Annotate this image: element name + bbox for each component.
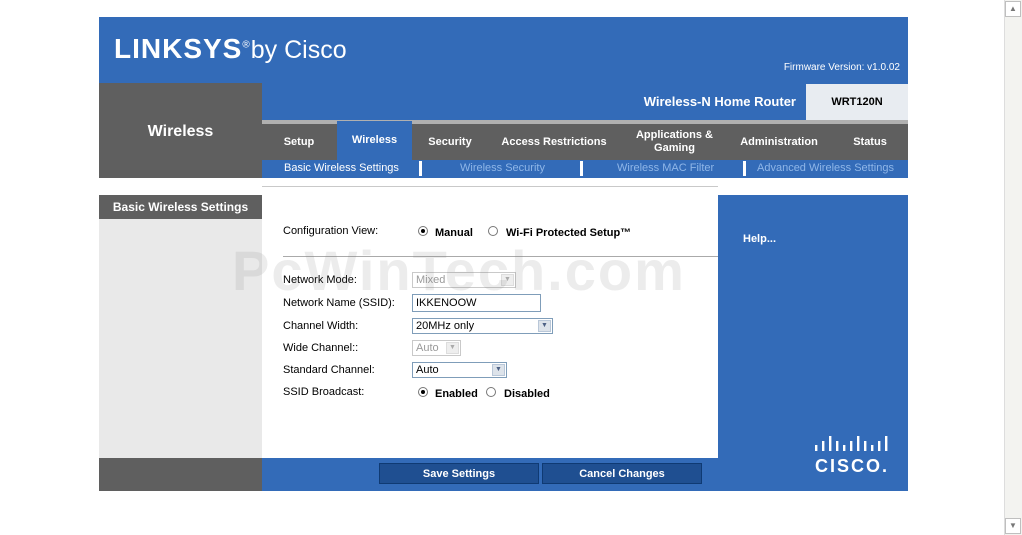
subtab-advanced-wireless[interactable]: Advanced Wireless Settings (757, 162, 894, 176)
scroll-down-icon[interactable]: ▼ (1005, 518, 1021, 534)
ssid-broadcast-enabled-label: Enabled (435, 388, 478, 400)
sidebar-footer (99, 458, 262, 491)
ssid-broadcast-disabled-radio[interactable] (486, 387, 496, 397)
channel-width-label: Channel Width: (283, 320, 359, 332)
subnav-separator (743, 161, 746, 176)
standard-channel-label: Standard Channel: (283, 364, 375, 376)
config-view-wps-radio[interactable] (488, 226, 498, 236)
ssid-broadcast-label: SSID Broadcast: (283, 386, 365, 398)
chevron-down-icon: ▼ (538, 320, 551, 332)
chevron-down-icon: ▼ (492, 364, 505, 376)
page-title: Wireless (147, 123, 214, 140)
channel-width-select[interactable]: 20MHz only ▼ (412, 318, 553, 334)
tab-wireless[interactable]: Wireless (337, 121, 412, 160)
model-badge: WRT120N (806, 84, 908, 120)
cisco-logo: CISCO. (812, 436, 892, 476)
tab-administration[interactable]: Administration (731, 124, 827, 160)
tab-applications-gaming[interactable]: Applications & Gaming (627, 124, 722, 160)
subnav-separator (580, 161, 583, 176)
subnav-separator (419, 161, 422, 176)
ssid-broadcast-enabled-radio[interactable] (418, 387, 428, 397)
subtab-wireless-mac-filter[interactable]: Wireless MAC Filter (617, 162, 714, 176)
tab-access-restrictions[interactable]: Access Restrictions (492, 124, 616, 160)
vertical-scrollbar[interactable] (1004, 0, 1022, 535)
subtab-basic-wireless[interactable]: Basic Wireless Settings (284, 162, 399, 176)
chevron-down-icon: ▼ (446, 342, 459, 354)
firmware-version: Firmware Version: v1.0.02 (783, 62, 900, 73)
config-view-label: Configuration View: (283, 225, 379, 237)
scroll-up-icon[interactable]: ▲ (1005, 1, 1021, 17)
wide-channel-value: Auto (416, 342, 439, 354)
channel-width-value: 20MHz only (416, 320, 475, 332)
tab-setup[interactable]: Setup (268, 124, 330, 160)
help-link[interactable]: Help... (743, 233, 776, 245)
watermark: PcWinTech.com (232, 239, 686, 302)
config-view-manual-radio[interactable] (418, 226, 428, 236)
svg-text:CISCO.: CISCO. (815, 456, 889, 476)
standard-channel-select[interactable]: Auto ▼ (412, 362, 507, 378)
wide-channel-select[interactable]: Auto ▼ (412, 340, 461, 356)
cancel-button[interactable]: Cancel Changes (542, 463, 702, 484)
standard-channel-value: Auto (416, 364, 439, 376)
linksys-logo: LINKSYS®by Cisco (114, 33, 347, 64)
save-button[interactable]: Save Settings (379, 463, 539, 484)
product-name: Wireless-N Home Router (643, 94, 796, 109)
wide-channel-label: Wide Channel:: (283, 342, 359, 354)
subtab-wireless-security[interactable]: Wireless Security (460, 162, 545, 176)
tab-security[interactable]: Security (418, 124, 482, 160)
tab-status[interactable]: Status (840, 124, 900, 160)
sidebar-section-label: Basic Wireless Settings (112, 200, 249, 214)
ssid-broadcast-disabled-label: Disabled (504, 388, 550, 400)
